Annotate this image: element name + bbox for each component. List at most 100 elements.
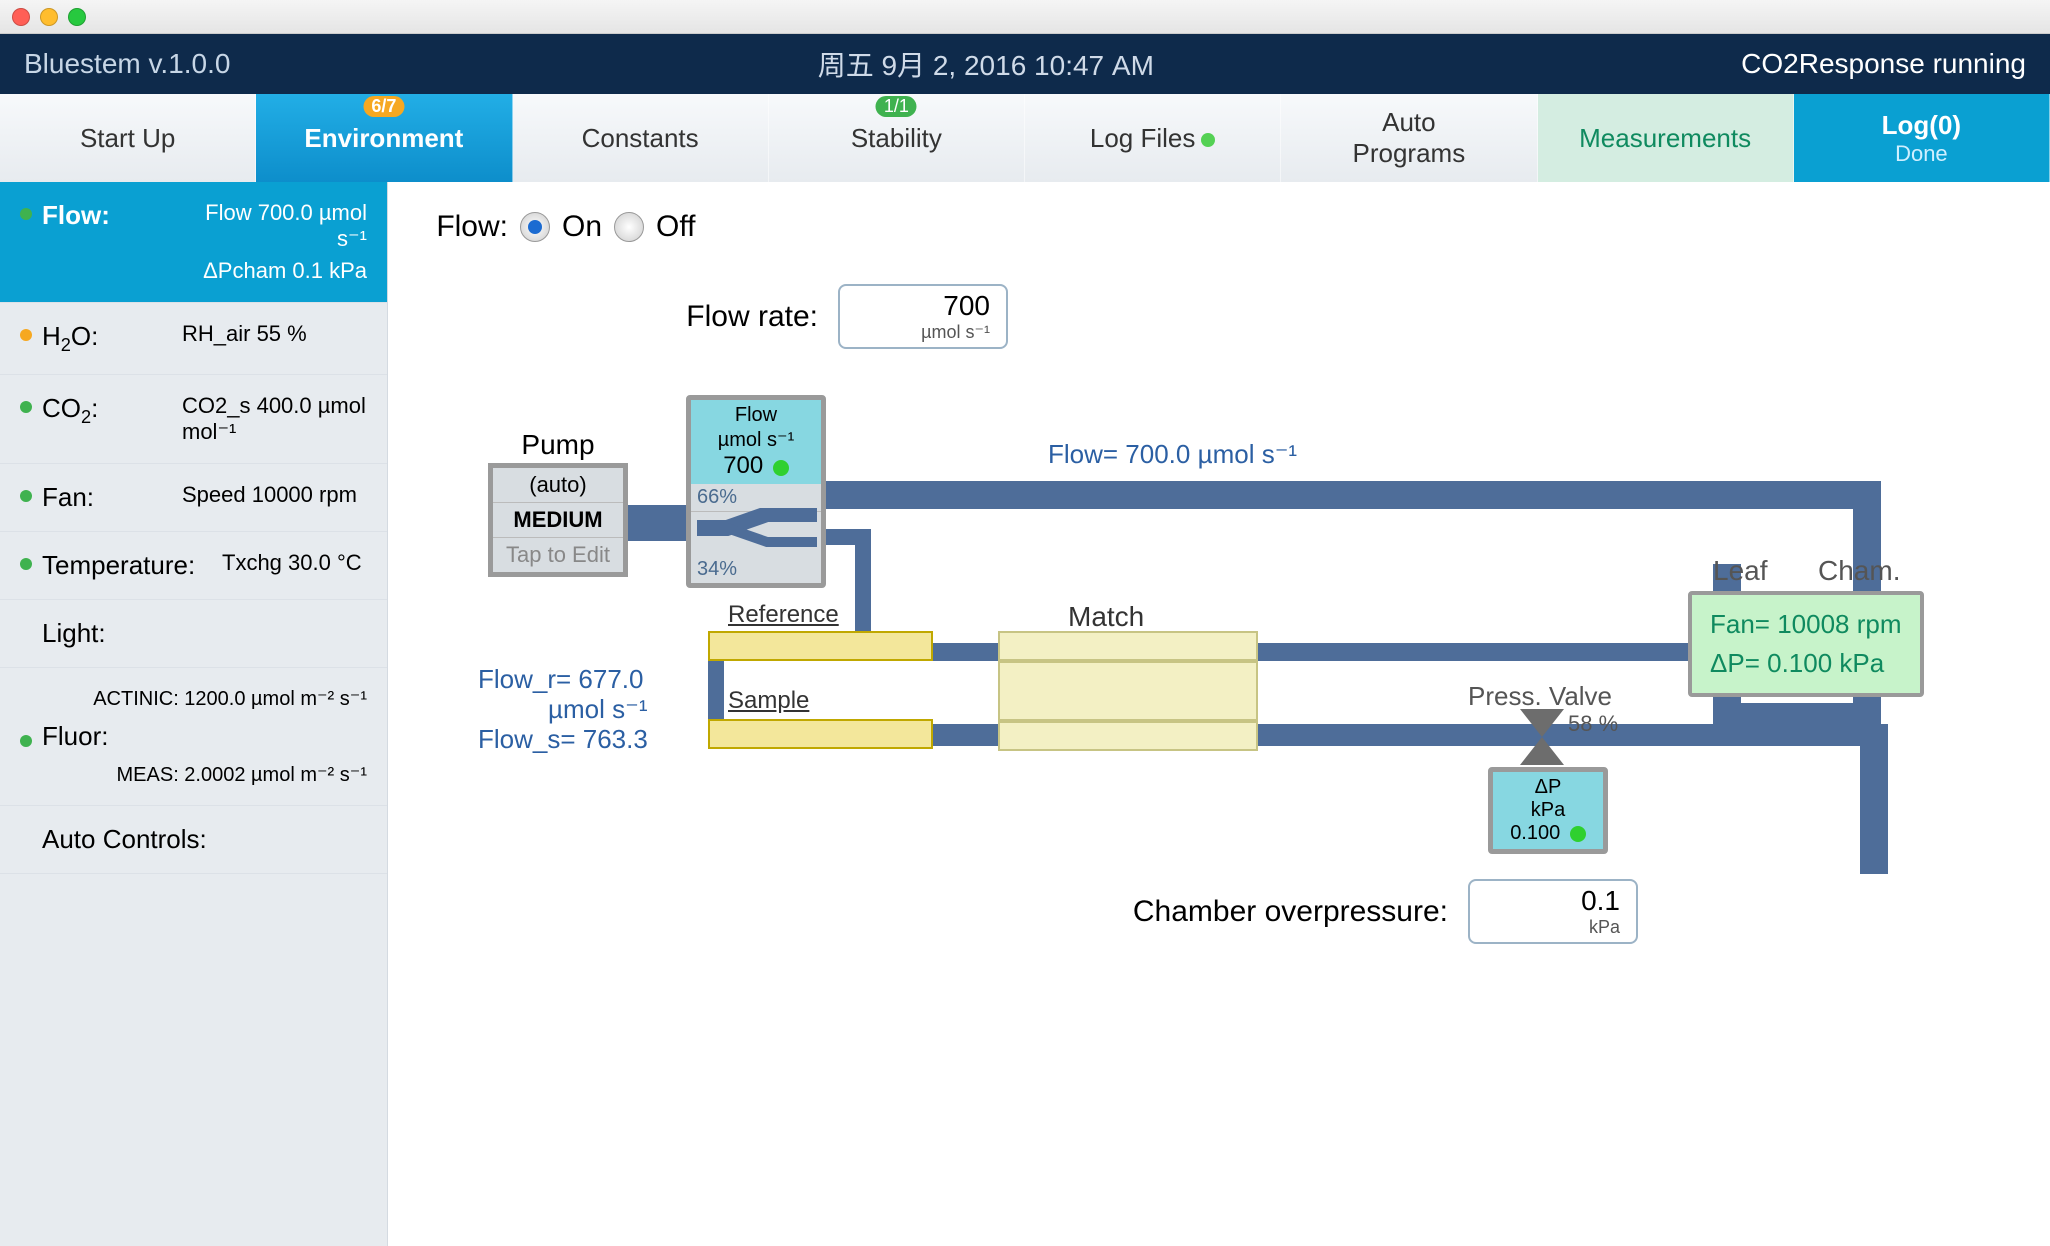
tab-label: Log(0) (1882, 110, 1961, 141)
radio-label: Off (656, 210, 695, 244)
press-valve-pct: 58 % (1568, 711, 1618, 737)
pump-speed: MEDIUM (493, 502, 623, 537)
sidebar-item-label: Fluor: (42, 721, 172, 752)
sidebar-item-fluor[interactable]: ACTINIC: 1200.0 µmol m⁻² s⁻¹ Fluor: MEAS… (0, 668, 387, 806)
pump-heading: Pump (488, 429, 628, 461)
dp-panel[interactable]: ΔP kPa 0.100 (1488, 767, 1608, 854)
close-icon[interactable] (12, 8, 30, 26)
status-led-icon (20, 735, 32, 747)
flow-r-annotation: Flow_r= 677.0 (478, 664, 643, 695)
leaf-label: Leaf (1713, 555, 1768, 587)
tab-label: Constants (582, 123, 699, 154)
sidebar: Flow: Flow 700.0 µmol s⁻¹ ΔPcham 0.1 kPa… (0, 182, 388, 1246)
sidebar-item-fan[interactable]: Fan: Speed 10000 rpm (0, 464, 387, 532)
sidebar-item-value: RH_air 55 % (182, 321, 367, 347)
flow-toggle-label: Flow: (428, 210, 508, 244)
status-led-icon (20, 329, 32, 341)
flow-box-value: 700 (723, 452, 763, 479)
tab-startup[interactable]: Start Up (0, 94, 256, 182)
flow-split-mid (691, 511, 821, 556)
reference-irga (708, 631, 933, 661)
status-led-icon (20, 490, 32, 502)
tab-sublabel: Done (1895, 141, 1948, 167)
press-valve-label: Press. Valve (1468, 681, 1612, 712)
wizard-tabstrip: Start Up 6/7 Environment Constants 1/1 S… (0, 94, 2050, 182)
sidebar-item-value: Flow 700.0 µmol s⁻¹ (182, 200, 367, 252)
sidebar-item-value: Speed 10000 rpm (182, 482, 367, 508)
match-block-top (998, 631, 1258, 661)
pipe-segment (855, 529, 871, 647)
tab-sublabel: Programs (1353, 138, 1466, 169)
chamber-fan: Fan= 10008 rpm (1710, 605, 1902, 644)
sidebar-item-value: CO2_s 400.0 µmol mol⁻¹ (182, 393, 367, 445)
flow-annotation: Flow= 700.0 µmol s⁻¹ (1048, 439, 1297, 470)
tab-label: Environment (304, 123, 463, 154)
flow-splitter-panel[interactable]: Flow µmol s⁻¹ 700 66% 34% (686, 395, 826, 588)
pump-block[interactable]: Pump (auto) MEDIUM Tap to Edit (488, 429, 628, 577)
radio-label: On (562, 210, 602, 244)
chamber-overpressure-value: 0.1 (1581, 885, 1620, 917)
valve-top-icon (1520, 709, 1564, 737)
status-led-icon (773, 460, 789, 476)
pipe-segment (628, 505, 688, 541)
zoom-icon[interactable] (68, 8, 86, 26)
status-dot-icon (1201, 133, 1215, 147)
tab-badge: 6/7 (363, 96, 404, 117)
sidebar-item-label: Auto Controls: (42, 824, 242, 855)
flow-s-annotation: Flow_s= 763.3 (478, 724, 648, 755)
tab-label: Start Up (80, 123, 175, 154)
pipe-segment (1860, 846, 1888, 874)
chamber-overpressure-unit: kPa (1589, 917, 1620, 938)
status-bar: Bluestem v.1.0.0 周五 9月 2, 2016 10:47 AM … (0, 34, 2050, 94)
status-led-icon (20, 208, 32, 220)
sidebar-item-label: CO2: (42, 393, 172, 428)
flow-on-radio[interactable] (520, 212, 550, 242)
sidebar-item-label: Temperature: (42, 550, 212, 581)
sidebar-item-value: MEAS: 2.0002 µmol m⁻² s⁻¹ (20, 762, 367, 787)
content-panel: Flow: On Off Flow rate: 700 µmol s⁻¹ Pum… (388, 182, 2050, 1246)
flow-unit-annotation: µmol s⁻¹ (548, 694, 647, 725)
sidebar-item-flow[interactable]: Flow: Flow 700.0 µmol s⁻¹ ΔPcham 0.1 kPa (0, 182, 387, 303)
tab-label: Auto (1382, 107, 1436, 138)
sidebar-item-light[interactable]: Light: (0, 600, 387, 668)
match-label: Match (1068, 601, 1144, 633)
sidebar-item-value: Txchg 30.0 °C (222, 550, 367, 576)
dp-label: ΔP (1535, 776, 1562, 799)
sidebar-item-value: ΔPcham 0.1 kPa (182, 258, 367, 284)
splitter-icon (697, 508, 817, 548)
sidebar-item-temperature[interactable]: Temperature: Txchg 30.0 °C (0, 532, 387, 600)
chamber-overpressure-input[interactable]: 0.1 kPa (1468, 879, 1638, 944)
flow-split-top: 66% (691, 484, 821, 511)
flow-rate-unit: µmol s⁻¹ (921, 322, 990, 343)
flow-off-radio[interactable] (614, 212, 644, 242)
flow-box-label: Flow (735, 404, 777, 427)
tab-label: Measurements (1579, 123, 1751, 154)
chamber-dp: ΔP= 0.100 kPa (1710, 644, 1902, 683)
sidebar-item-label: H2O: (42, 321, 172, 356)
match-block-bot (998, 721, 1258, 751)
valve-bottom-icon (1520, 737, 1564, 765)
tab-label: Stability (851, 123, 942, 154)
sample-label: Sample (728, 687, 809, 715)
tab-badge: 1/1 (876, 96, 917, 117)
chamber-overpressure-label: Chamber overpressure: (1068, 895, 1448, 929)
status-led-icon (20, 401, 32, 413)
minimize-icon[interactable] (40, 8, 58, 26)
reference-label: Reference (728, 601, 839, 629)
sidebar-item-label: Light: (42, 618, 172, 649)
chamber-label: Cham. (1818, 555, 1900, 587)
mac-titlebar (0, 0, 2050, 34)
sidebar-item-h2o[interactable]: H2O: RH_air 55 % (0, 303, 387, 375)
pump-edit-hint: Tap to Edit (493, 537, 623, 572)
sidebar-item-label: Fan: (42, 482, 172, 513)
flow-rate-value: 700 (943, 290, 990, 322)
leaf-chamber-panel[interactable]: Fan= 10008 rpm ΔP= 0.100 kPa (1688, 591, 1924, 697)
pump-auto: (auto) (493, 468, 623, 502)
clock: 周五 9月 2, 2016 10:47 AM (230, 44, 1741, 84)
tab-label: Log Files (1090, 123, 1196, 153)
app-version: Bluestem v.1.0.0 (24, 48, 230, 80)
flow-rate-input[interactable]: 700 µmol s⁻¹ (838, 284, 1008, 349)
sidebar-item-auto-controls[interactable]: Auto Controls: (0, 806, 387, 874)
sidebar-item-co2[interactable]: CO2: CO2_s 400.0 µmol mol⁻¹ (0, 375, 387, 464)
run-state: CO2Response running (1741, 48, 2026, 80)
